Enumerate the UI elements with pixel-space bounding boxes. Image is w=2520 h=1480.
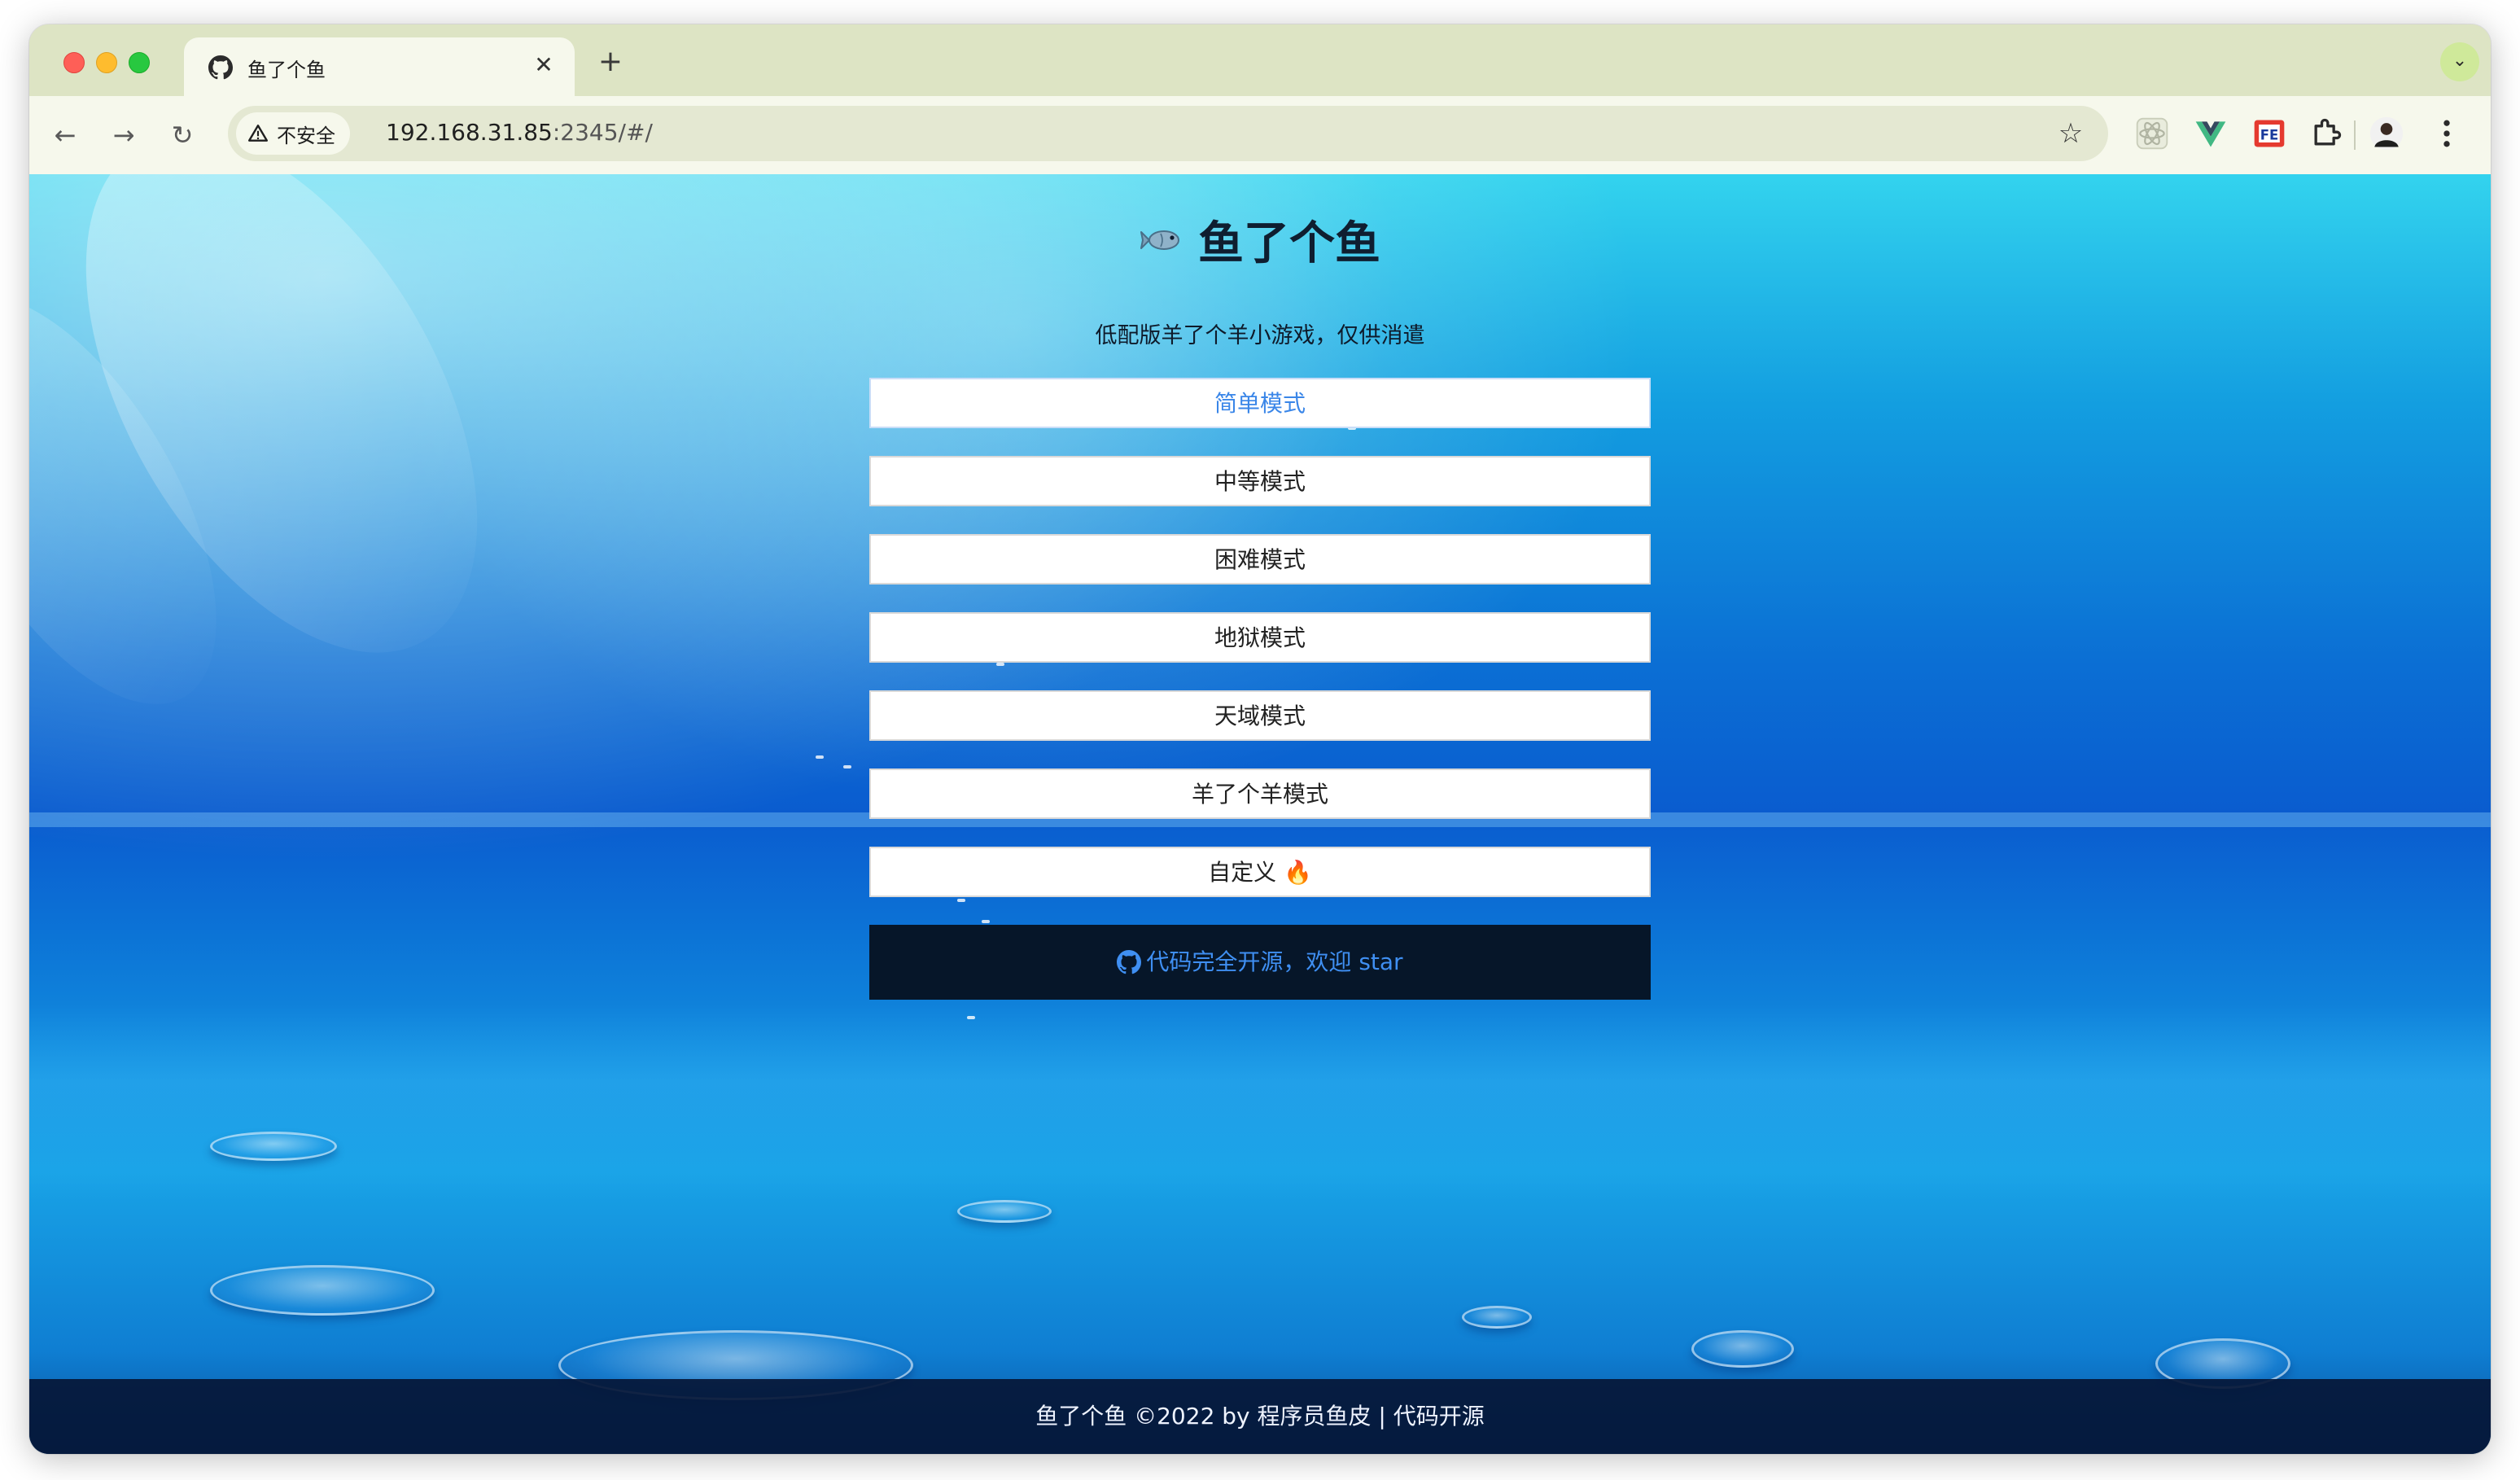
more-menu-icon[interactable]	[2429, 116, 2465, 151]
github-octocat-icon	[208, 55, 233, 80]
zoom-window-button[interactable]	[129, 52, 150, 73]
water-droplet-decoration	[957, 1200, 1052, 1223]
mode-menu: 简单模式 中等模式 困难模式 地狱模式 天域模式 羊了个羊模式 自定义 🔥	[869, 378, 1651, 925]
toolbar-divider	[2354, 120, 2356, 150]
water-droplet-decoration	[1691, 1330, 1794, 1368]
back-button[interactable]: ←	[47, 117, 83, 153]
close-window-button[interactable]	[63, 52, 85, 73]
water-droplet-decoration	[210, 1132, 337, 1161]
water-surface-decoration	[29, 1005, 2491, 1200]
water-droplet-decoration	[1462, 1306, 1532, 1329]
easy-mode-button[interactable]: 简单模式	[869, 378, 1651, 428]
sheep-mode-button[interactable]: 羊了个羊模式	[869, 768, 1651, 819]
url-host: 192.168.31.85	[386, 119, 553, 146]
vue-devtools-icon[interactable]	[2193, 116, 2229, 151]
heaven-mode-button[interactable]: 天域模式	[869, 690, 1651, 741]
browser-toolbar: ← → ↻ 不安全 192.168.31.85:2345/#/ ☆ FE	[29, 96, 2491, 175]
tab-title: 鱼了个鱼	[247, 59, 326, 81]
warning-icon	[247, 125, 269, 142]
forward-button[interactable]: →	[106, 117, 142, 153]
bookmark-star-icon[interactable]: ☆	[2054, 117, 2087, 150]
title-area: 鱼了个鱼	[29, 207, 2491, 273]
url-path: :2345/#/	[552, 119, 653, 146]
game-page: 鱼了个鱼 低配版羊了个羊小游戏，仅供消遣 简单模式 中等模式 困难模式 地狱模式…	[29, 174, 2491, 1454]
hell-mode-button[interactable]: 地狱模式	[869, 612, 1651, 663]
page-title: 鱼了个鱼	[1140, 207, 1380, 273]
fish-icon	[1140, 230, 1179, 250]
minimize-window-button[interactable]	[96, 52, 117, 73]
react-devtools-icon[interactable]	[2134, 116, 2170, 151]
water-droplet-decoration	[210, 1265, 435, 1316]
page-title-text: 鱼了个鱼	[1198, 217, 1380, 270]
profile-avatar-icon[interactable]	[2369, 116, 2404, 151]
new-tab-button[interactable]: +	[594, 46, 627, 78]
svg-text:FE: FE	[2260, 127, 2279, 142]
page-subtitle: 低配版羊了个羊小游戏，仅供消遣	[1095, 323, 1425, 348]
custom-mode-label: 自定义	[1208, 859, 1277, 886]
tab-close-icon[interactable]: ✕	[527, 49, 560, 81]
reload-button[interactable]: ↻	[164, 117, 200, 153]
puzzle-extensions-icon[interactable]	[2308, 116, 2344, 151]
github-link[interactable]: 代码完全开源，欢迎 star	[869, 925, 1651, 1000]
fe-helper-icon[interactable]: FE	[2251, 116, 2287, 151]
bubble-decoration	[843, 765, 851, 768]
address-bar[interactable]: 不安全 192.168.31.85:2345/#/ ☆	[228, 106, 2108, 161]
url-text[interactable]: 192.168.31.85:2345/#/	[386, 119, 653, 146]
tab-active[interactable]: 鱼了个鱼 ✕	[184, 37, 575, 96]
github-icon	[1117, 950, 1142, 974]
tab-strip: 鱼了个鱼 ✕ + ⌄	[29, 24, 2491, 96]
page-footer: 鱼了个鱼 ©2022 by 程序员鱼皮 | 代码开源	[29, 1379, 2491, 1454]
hard-mode-button[interactable]: 困难模式	[869, 534, 1651, 585]
browser-window: 鱼了个鱼 ✕ + ⌄ ← → ↻ 不安全 192.168.31.85:2345/…	[29, 24, 2491, 1454]
security-indicator[interactable]: 不安全	[236, 112, 350, 155]
security-label: 不安全	[277, 124, 335, 147]
fire-icon: 🔥	[1284, 859, 1312, 886]
bubble-decoration	[816, 755, 824, 759]
custom-mode-button[interactable]: 自定义 🔥	[869, 847, 1651, 897]
bubble-decoration	[967, 1016, 975, 1019]
github-link-text: 代码完全开源，欢迎 star	[1146, 948, 1403, 975]
medium-mode-button[interactable]: 中等模式	[869, 456, 1651, 506]
tab-search-button[interactable]: ⌄	[2440, 42, 2479, 81]
